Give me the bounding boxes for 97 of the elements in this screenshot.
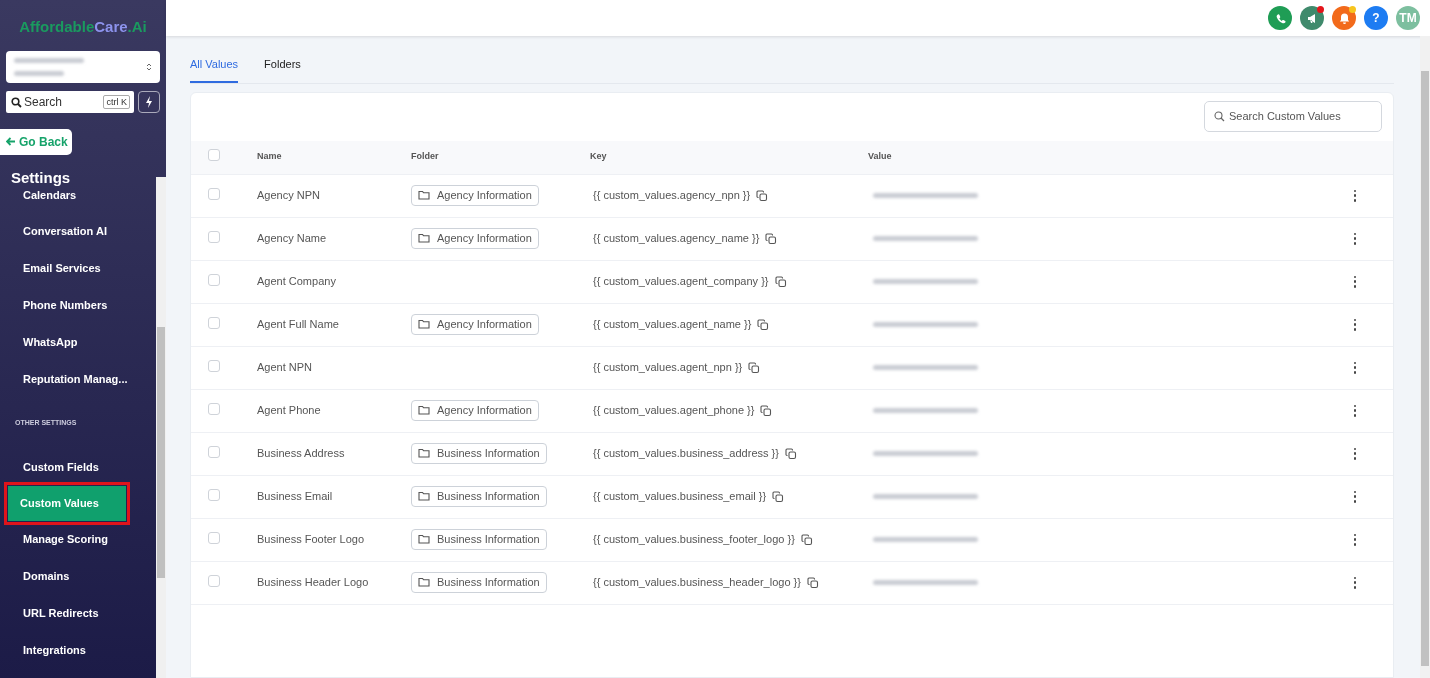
folder-tag: Business Information (411, 529, 547, 550)
copy-icon[interactable] (774, 275, 787, 288)
sidebar-item[interactable]: Phone Numbers (0, 287, 156, 324)
select-all-checkbox[interactable] (208, 149, 220, 162)
copy-icon[interactable] (756, 189, 769, 202)
copy-icon[interactable] (748, 361, 761, 374)
row-checkbox[interactable] (208, 274, 220, 287)
folder-icon (418, 318, 430, 331)
row-checkbox[interactable] (208, 446, 220, 459)
copy-icon[interactable] (800, 533, 813, 546)
sidebar-item[interactable]: Conversation AI (0, 213, 156, 250)
row-checkbox[interactable] (208, 231, 220, 244)
name-cell-text: Business Address (257, 446, 346, 462)
folder-tag: Business Information (411, 486, 547, 507)
phone-button[interactable] (1268, 6, 1292, 30)
sidebar-item[interactable]: WhatsApp (0, 324, 156, 361)
search-icon (1214, 110, 1225, 122)
notification-dot (1349, 6, 1356, 13)
lightning-button[interactable] (138, 90, 160, 113)
sidebar-item[interactable]: Custom Fields (0, 448, 156, 486)
tab[interactable]: All Values (190, 56, 239, 83)
copy-icon[interactable] (757, 318, 770, 331)
folder-icon (418, 232, 430, 245)
name-cell-text: Agency Name (257, 231, 328, 247)
key-text: {{ custom_values.agency_name }} (593, 231, 760, 247)
scrollbar-thumb[interactable] (157, 327, 165, 578)
name-cell-text: Business Header Logo (257, 575, 370, 591)
folder-tag: Agency Information (411, 314, 539, 335)
notification-dot (1317, 6, 1324, 13)
scrollbar[interactable] (1420, 36, 1430, 678)
folder-icon (418, 189, 430, 202)
sidebar-item[interactable]: Calendars (0, 189, 156, 201)
redacted-text (14, 70, 64, 76)
bell-icon (1337, 11, 1351, 25)
key-text: {{ custom_values.agent_phone }} (593, 403, 755, 419)
folder-icon (418, 447, 430, 460)
scrollbar[interactable] (156, 177, 166, 678)
folder-tag: Agency Information (411, 185, 539, 206)
key-text: {{ custom_values.business_header_logo }} (593, 575, 801, 591)
tab[interactable]: Folders (264, 56, 301, 83)
lightning-icon (145, 95, 153, 108)
folder-icon (418, 533, 430, 546)
search-field[interactable]: Search Custom Values (1204, 100, 1382, 132)
megaphone-button[interactable] (1300, 6, 1324, 30)
sidebar-item[interactable]: URL Redirects (0, 594, 156, 632)
sidebar-item[interactable]: Email Services (0, 250, 156, 287)
sidebar-item[interactable]: Integrations (0, 631, 156, 669)
scrollbar-thumb[interactable] (1421, 71, 1429, 666)
redacted-text (14, 57, 84, 63)
column-header: Value (868, 150, 893, 164)
sidebar-item[interactable]: Manage Scoring (0, 520, 156, 558)
copy-icon[interactable] (772, 490, 785, 503)
sidebar-heading: Settings (10, 167, 72, 188)
name-cell-text: Agent Full Name (257, 317, 340, 333)
key-text: {{ custom_values.business_email }} (593, 489, 767, 505)
row-checkbox[interactable] (208, 575, 220, 588)
key-text: {{ custom_values.agency_npn }} (593, 188, 751, 204)
key-text: {{ custom_values.agent_npn }} (593, 360, 743, 376)
column-header: Name (257, 150, 283, 164)
column-header: Key (590, 150, 608, 164)
name-cell-text: Agency NPN (257, 188, 321, 204)
account-switcher[interactable] (6, 50, 160, 83)
folder-tag: Business Information (411, 443, 547, 464)
row-checkbox[interactable] (208, 532, 220, 545)
name-cell-text: Business Footer Logo (257, 532, 365, 548)
chevron-updown-icon (146, 61, 152, 72)
name-cell-text: Agent Company (257, 274, 337, 290)
folder-tag: Agency Information (411, 228, 539, 249)
arrow-left-icon (6, 137, 16, 146)
notifications-button[interactable] (1332, 6, 1356, 30)
copy-icon[interactable] (760, 404, 773, 417)
key-text: {{ custom_values.business_footer_logo }} (593, 532, 795, 548)
copy-icon[interactable] (784, 447, 797, 460)
sidebar-item[interactable]: Reputation Manag... (0, 361, 156, 398)
search-icon (11, 96, 22, 108)
row-checkbox[interactable] (208, 489, 220, 502)
row-checkbox[interactable] (208, 188, 220, 201)
name-cell-text: Agent Phone (257, 403, 322, 419)
column-header: Folder (411, 150, 440, 164)
key-text: {{ custom_values.agent_name }} (593, 317, 752, 333)
row-checkbox[interactable] (208, 403, 220, 416)
folder-icon (418, 576, 430, 589)
copy-icon[interactable] (765, 232, 778, 245)
name-cell-text: Agent NPN (257, 360, 314, 376)
folder-tag: Business Information (411, 572, 547, 593)
row-checkbox[interactable] (208, 360, 220, 373)
folder-tag: Agency Information (411, 400, 539, 421)
sidebar-item[interactable]: Domains (0, 557, 156, 595)
logo: AffordableCare.Ai (18, 17, 148, 37)
folder-icon (418, 490, 430, 503)
folder-icon (418, 404, 430, 417)
row-checkbox[interactable] (208, 317, 220, 330)
copy-icon[interactable] (806, 576, 819, 589)
key-text: {{ custom_values.business_address }} (593, 446, 779, 462)
name-cell-text: Business Email (257, 489, 334, 505)
help-button[interactable]: ? (1364, 6, 1388, 30)
key-text: {{ custom_values.agent_company }} (593, 274, 769, 290)
